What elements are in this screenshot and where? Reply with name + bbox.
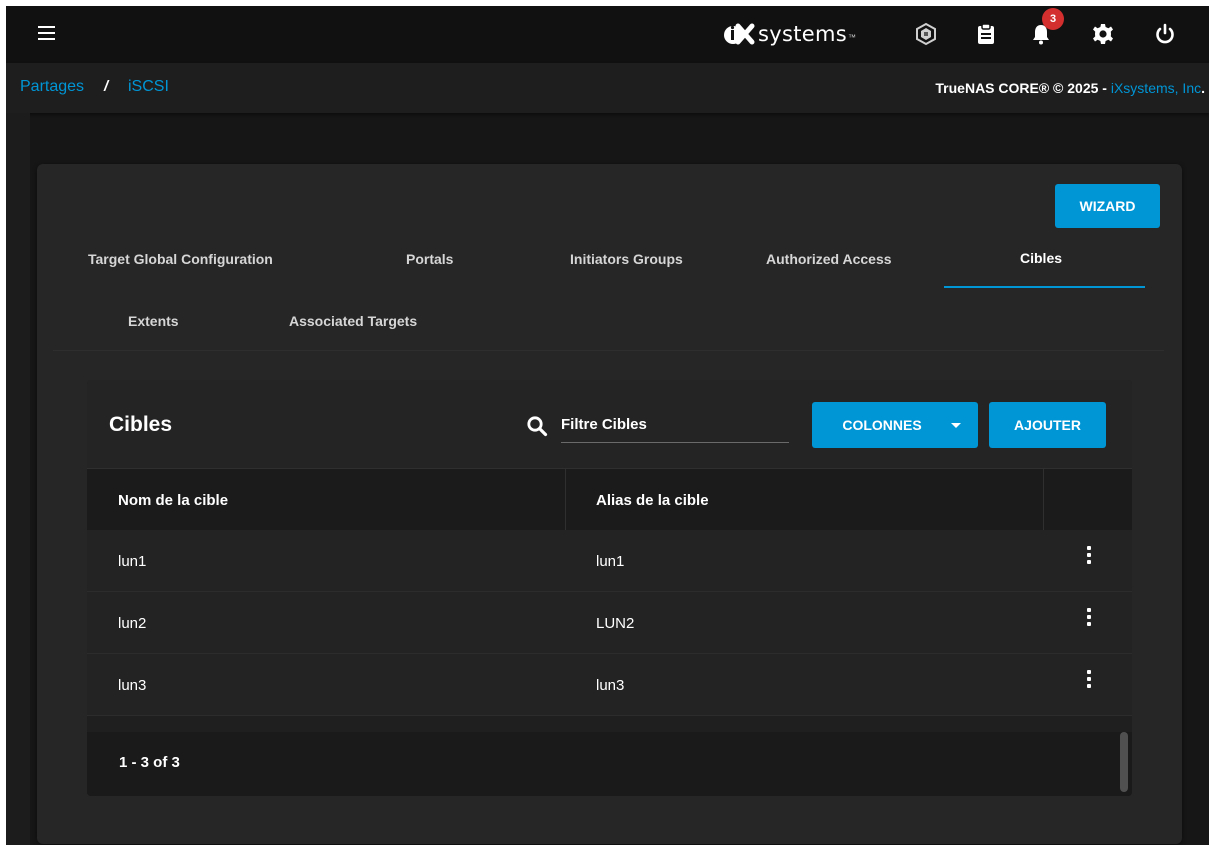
cell-target-name: lun2 xyxy=(118,615,147,632)
brand-text: systems xyxy=(758,22,847,46)
breadcrumb-separator: / xyxy=(104,78,109,95)
tab-authorized-access[interactable]: Authorized Access xyxy=(766,251,892,267)
row-actions-icon[interactable] xyxy=(1083,608,1095,630)
table-title: Cibles xyxy=(109,413,173,436)
row-actions-icon[interactable] xyxy=(1083,670,1095,692)
columns-button-label: COLONNES xyxy=(842,417,922,433)
breadcrumb-current[interactable]: iSCSI xyxy=(128,78,169,96)
copyright-notice: TrueNAS CORE® © 2025 - iXsystems, Inc. xyxy=(935,80,1205,96)
tab-target-global-configuration[interactable]: Target Global Configuration xyxy=(88,251,273,267)
power-icon[interactable] xyxy=(1153,22,1177,46)
cell-target-alias: lun3 xyxy=(596,677,625,694)
notification-badge: 3 xyxy=(1042,8,1064,30)
columns-button[interactable]: COLONNES xyxy=(812,402,978,448)
caret-down-icon xyxy=(951,423,961,428)
add-button[interactable]: AJOUTER xyxy=(989,402,1106,448)
table-footer: 1 - 3 of 3 xyxy=(87,732,1132,796)
truecommand-icon[interactable] xyxy=(914,22,938,46)
column-header-name[interactable]: Nom de la cible xyxy=(118,492,228,509)
clipboard-icon[interactable] xyxy=(974,22,998,46)
table-toolbar: Cibles COLONNES AJOUTER xyxy=(87,380,1132,468)
menu-icon[interactable] xyxy=(38,26,55,42)
column-header-alias[interactable]: Alias de la cible xyxy=(596,492,709,509)
table-row[interactable]: lun1 lun1 xyxy=(87,530,1132,592)
search-input[interactable] xyxy=(561,410,789,443)
tab-cibles[interactable]: Cibles xyxy=(1020,250,1062,266)
ix-logo-icon xyxy=(724,23,755,45)
breadcrumb-parent[interactable]: Partages xyxy=(20,78,84,96)
brand-trademark: ™ xyxy=(847,32,856,42)
wizard-button[interactable]: WIZARD xyxy=(1055,184,1160,228)
cell-target-name: lun1 xyxy=(118,553,147,570)
table-row[interactable]: lun3 lun3 xyxy=(87,654,1132,716)
brand-logo: systems ™ xyxy=(724,19,856,49)
copyright-suffix: . xyxy=(1201,80,1205,96)
search-icon xyxy=(527,416,548,437)
targets-table-card: Cibles COLONNES AJOUTER Nom de la cible … xyxy=(87,380,1132,796)
row-actions-icon[interactable] xyxy=(1083,546,1095,568)
tab-associated-targets[interactable]: Associated Targets xyxy=(289,313,417,329)
copyright-link[interactable]: iXsystems, Inc xyxy=(1111,80,1201,96)
tab-initiators-groups[interactable]: Initiators Groups xyxy=(570,251,683,267)
cell-target-name: lun3 xyxy=(118,677,147,694)
table-row[interactable]: lun2 LUN2 xyxy=(87,592,1132,654)
app-window: systems ™ 3 Partages / iSCSI TrueNAS COR… xyxy=(6,6,1209,845)
tab-extents[interactable]: Extents xyxy=(128,313,179,329)
column-divider xyxy=(1043,469,1044,531)
table-header-row: Nom de la cible Alias de la cible xyxy=(87,468,1132,531)
side-gutter xyxy=(6,113,30,845)
active-tab-indicator xyxy=(944,286,1145,288)
tab-portals[interactable]: Portals xyxy=(406,251,453,267)
scrollbar-thumb[interactable] xyxy=(1120,732,1128,792)
copyright-text: TrueNAS CORE® © 2025 - xyxy=(935,80,1111,96)
iscsi-card: WIZARD Target Global Configuration Porta… xyxy=(37,164,1182,844)
cell-target-alias: LUN2 xyxy=(596,615,635,632)
cell-target-alias: lun1 xyxy=(596,553,625,570)
gear-icon[interactable] xyxy=(1091,22,1115,46)
breadcrumb: Partages / iSCSI TrueNAS CORE® © 2025 - … xyxy=(6,63,1209,113)
top-bar: systems ™ 3 xyxy=(6,6,1209,63)
paginator-range: 1 - 3 of 3 xyxy=(119,754,180,771)
column-divider xyxy=(565,469,566,531)
tabs-divider xyxy=(53,350,1164,351)
